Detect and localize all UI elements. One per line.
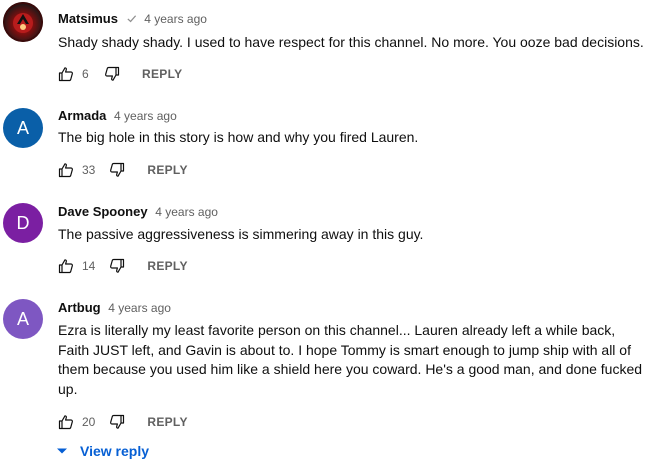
comment-timestamp[interactable]: 4 years ago bbox=[108, 301, 171, 315]
comment-timestamp[interactable]: 4 years ago bbox=[144, 12, 207, 26]
comment-actions: 20 REPLY bbox=[58, 412, 188, 432]
reply-button[interactable]: REPLY bbox=[142, 67, 182, 81]
thumbs-down-icon bbox=[110, 258, 125, 273]
verified-check-icon bbox=[126, 11, 137, 29]
comment-timestamp[interactable]: 4 years ago bbox=[155, 205, 218, 219]
author-name[interactable]: Artbug bbox=[58, 300, 101, 315]
comment-actions: 33 REPLY bbox=[58, 160, 188, 180]
view-reply-label: View reply bbox=[80, 443, 150, 459]
like-button[interactable] bbox=[58, 414, 74, 430]
avatar[interactable] bbox=[3, 2, 43, 42]
like-count: 33 bbox=[82, 163, 96, 177]
comment-header: Matsimus 4 years ago bbox=[58, 10, 207, 29]
comment-actions: 6 REPLY bbox=[58, 64, 182, 84]
author-name[interactable]: Dave Spooney bbox=[58, 204, 148, 219]
comment-header: Armada 4 years ago bbox=[58, 107, 177, 125]
reply-button[interactable]: REPLY bbox=[147, 163, 187, 177]
thumbs-down-icon bbox=[110, 414, 125, 429]
avatar-letter: A bbox=[16, 308, 29, 329]
avatar[interactable]: D bbox=[3, 203, 43, 243]
thumbs-up-icon bbox=[58, 163, 73, 178]
comment-text: Shady shady shady. I used to have respec… bbox=[58, 34, 644, 50]
like-count: 14 bbox=[82, 259, 96, 273]
caret-down-icon bbox=[56, 447, 68, 455]
like-count: 20 bbox=[82, 415, 96, 429]
channel-logo-icon bbox=[3, 2, 43, 42]
view-reply-button[interactable]: View reply bbox=[56, 441, 149, 461]
thumbs-up-icon bbox=[58, 259, 73, 274]
dislike-button[interactable] bbox=[109, 414, 125, 430]
dislike-button[interactable] bbox=[109, 258, 125, 274]
thumbs-up-icon bbox=[58, 67, 73, 82]
reply-button[interactable]: REPLY bbox=[147, 259, 187, 273]
author-name[interactable]: Matsimus bbox=[58, 11, 118, 26]
avatar-letter: D bbox=[16, 212, 30, 233]
thumbs-down-icon bbox=[110, 162, 125, 177]
thumbs-up-icon bbox=[58, 415, 73, 430]
like-button[interactable] bbox=[58, 162, 74, 178]
comment-text: The passive aggressiveness is simmering … bbox=[58, 226, 424, 242]
avatar[interactable]: A bbox=[3, 299, 43, 339]
comment-text: The big hole in this story is how and wh… bbox=[58, 129, 419, 145]
comment-timestamp[interactable]: 4 years ago bbox=[114, 109, 177, 123]
comment-header: Artbug 4 years ago bbox=[58, 299, 171, 317]
avatar-letter: A bbox=[16, 117, 29, 138]
like-button[interactable] bbox=[58, 258, 74, 274]
like-count: 6 bbox=[82, 67, 89, 81]
avatar[interactable]: A bbox=[3, 108, 43, 148]
dislike-button[interactable] bbox=[104, 66, 120, 82]
thumbs-down-icon bbox=[105, 66, 120, 81]
comment-header: Dave Spooney 4 years ago bbox=[58, 203, 218, 221]
comment-text: Ezra is literally my least favorite pers… bbox=[58, 322, 643, 397]
reply-button[interactable]: REPLY bbox=[147, 415, 187, 429]
dislike-button[interactable] bbox=[109, 162, 125, 178]
comment-actions: 14 REPLY bbox=[58, 256, 188, 276]
like-button[interactable] bbox=[58, 66, 74, 82]
author-name[interactable]: Armada bbox=[58, 108, 106, 123]
